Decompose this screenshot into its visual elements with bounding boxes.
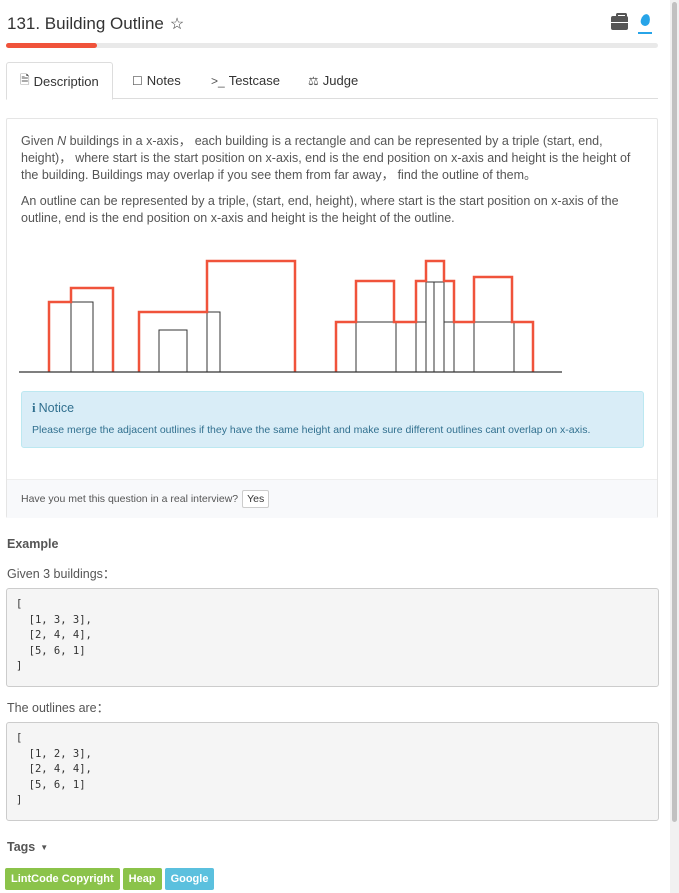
- building-rect: [206, 311, 221, 373]
- buildings-group: [48, 281, 515, 373]
- building-rect: [433, 281, 445, 373]
- outlines-group: [47, 259, 535, 372]
- tab-bar: 🗎 Description ☐ Notes >_ Testcase ⚖ Judg…: [6, 62, 658, 100]
- notice-heading: i Notice: [32, 400, 74, 416]
- terminal-icon: >_: [211, 73, 225, 88]
- example-input-code: [ [1, 3, 3], [2, 4, 4], [5, 6, 1] ]: [6, 588, 659, 687]
- progress-fill: [6, 43, 98, 48]
- tab-label: Notes: [146, 73, 181, 88]
- caret-down-icon: ▼: [40, 842, 49, 852]
- description-paragraph-1: Given N buildings in a x-axis， each buil…: [21, 133, 646, 184]
- notice-box: i Notice Please merge the adjacent outli…: [21, 391, 644, 448]
- tab-judge[interactable]: ⚖ Judge: [308, 62, 358, 99]
- tag-heap[interactable]: Heap: [122, 868, 162, 890]
- building-rect: [355, 321, 397, 373]
- scrollbar-thumb[interactable]: [672, 2, 677, 822]
- note-icon: ☐: [132, 73, 143, 88]
- building-rect: [158, 329, 188, 373]
- description-prefix: Given: [21, 134, 58, 148]
- document-icon: 🗎: [20, 72, 30, 87]
- scrollbar[interactable]: [670, 0, 679, 893]
- tag-google[interactable]: Google: [164, 868, 215, 890]
- star-icon[interactable]: ☆: [170, 14, 184, 34]
- description-n: N: [57, 134, 67, 148]
- description-rest: buildings in a x-axis， each building is …: [21, 134, 631, 182]
- tab-testcase[interactable]: >_ Testcase: [211, 62, 280, 99]
- problem-title: 131. Building Outline: [7, 14, 164, 33]
- building-rect: [48, 301, 72, 373]
- tab-notes[interactable]: ☐ Notes: [132, 62, 181, 99]
- tags-list: LintCode Copyright Heap Google: [5, 868, 215, 890]
- building-rect: [473, 321, 515, 373]
- example-title: Example: [7, 537, 59, 551]
- interview-question: Have you met this question in a real int…: [21, 493, 239, 505]
- page-title: 131. Building Outline ☆: [7, 14, 184, 34]
- outline-path: [47, 286, 115, 372]
- progress-bar: [6, 43, 658, 48]
- tab-label: Testcase: [228, 73, 280, 88]
- problem-description: Given N buildings in a x-axis， each buil…: [21, 133, 646, 236]
- interview-bar: Have you met this question in a real int…: [7, 479, 657, 518]
- briefcase-icon[interactable]: [611, 13, 628, 30]
- flame-icon[interactable]: [638, 13, 652, 35]
- tag-lintcode-copyright[interactable]: LintCode Copyright: [5, 868, 120, 890]
- description-panel: Given N buildings in a x-axis， each buil…: [6, 118, 658, 518]
- building-outline-figure: [19, 259, 562, 373]
- description-paragraph-2: An outline can be represented by a tripl…: [21, 194, 619, 225]
- building-rect: [425, 281, 435, 373]
- building-rect: [395, 321, 417, 373]
- yes-button[interactable]: Yes: [242, 490, 270, 508]
- building-rect: [453, 321, 475, 373]
- tab-description[interactable]: 🗎 Description: [6, 62, 113, 100]
- example-outlines-label: The outlines are：: [7, 701, 110, 715]
- outline-path: [137, 259, 297, 372]
- building-rect: [415, 321, 427, 373]
- example-given-label: Given 3 buildings：: [7, 567, 116, 581]
- tags-title: Tags: [7, 840, 36, 854]
- scale-icon: ⚖: [308, 73, 319, 88]
- tags-toggle[interactable]: Tags ▼: [7, 840, 48, 854]
- building-rect: [443, 321, 455, 373]
- example-output-code: [ [1, 2, 3], [2, 4, 4], [5, 6, 1] ]: [6, 722, 659, 821]
- info-icon: i: [32, 400, 36, 415]
- notice-title: Notice: [38, 401, 75, 415]
- tab-label: Description: [33, 73, 99, 89]
- notice-body: Please merge the adjacent outlines if th…: [32, 424, 591, 436]
- tab-label: Judge: [322, 73, 359, 88]
- building-rect: [70, 301, 94, 373]
